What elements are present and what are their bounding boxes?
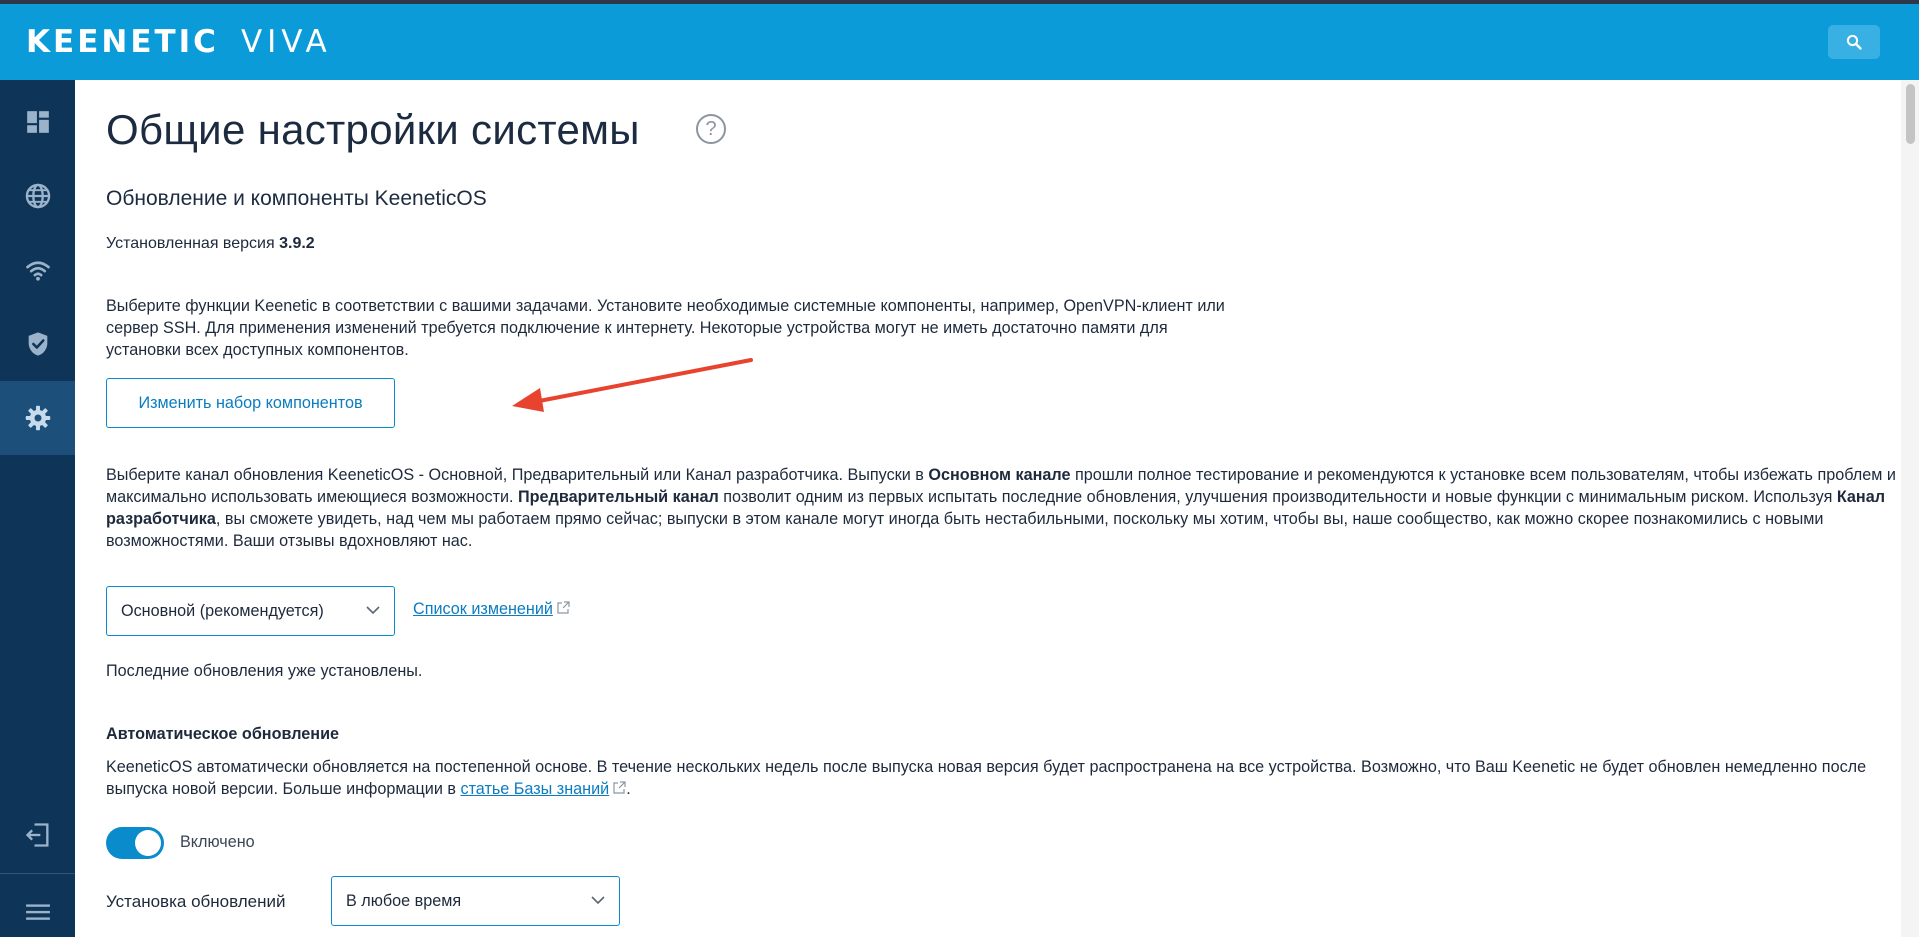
components-line: сервер SSH. Для применения изменений тре… [106,319,1168,337]
gear-icon [25,405,50,431]
brand-model: VIVA [240,24,332,60]
toggle-knob [135,830,161,856]
brand-logo: KEENETIC VIVA [26,24,332,60]
sidebar-item-dashboard[interactable] [0,85,75,159]
wifi-icon [25,261,50,281]
channel-text: Выберите канал обновления KeeneticOS - О… [106,466,929,484]
sidebar-item-wifi[interactable] [0,233,75,307]
section-title: Обновление и компоненты KeeneticOS [106,187,487,210]
auto-update-text-end: . [626,780,631,798]
changelog-link-row: Список изменений [413,600,570,619]
annotation-arrow [512,358,753,412]
search-icon [1846,34,1862,50]
install-updates-value: В любое время [346,891,462,910]
auto-update-description: KeeneticOS автоматически обновляется на … [106,756,1896,800]
logout-icon [25,823,48,847]
sidebar-divider [0,873,75,874]
chevron-down-icon [591,896,605,905]
external-link-icon [613,781,626,794]
auto-update-text: KeeneticOS автоматически обновляется на … [106,758,1867,798]
update-channel-value: Основной (рекомендуется) [121,601,324,620]
sidebar-menu-toggle[interactable] [0,875,75,949]
auto-update-title: Автоматическое обновление [106,725,340,743]
auto-update-toggle[interactable] [106,827,164,859]
install-updates-select[interactable]: В любое время [331,876,620,926]
version-label: Установленная версия [106,235,275,252]
globe-icon [25,183,50,209]
components-description: Выберите функции Keenetic в соответствии… [106,295,1406,361]
sidebar-item-system-settings[interactable] [0,381,75,455]
installed-version: Установленная версия 3.9.2 [106,235,315,253]
page-title: Общие настройки системы [106,106,640,153]
auto-update-toggle-label: Включено [180,833,255,851]
dashboard-icon [26,111,49,133]
knowledge-base-link[interactable]: статье Базы знаний [460,780,609,798]
sidebar [0,80,75,937]
scrollbar[interactable] [1901,80,1919,937]
sidebar-item-internet[interactable] [0,159,75,233]
components-line: Выберите функции Keenetic в соответствии… [106,297,1225,315]
channel-text: , вы сможете увидеть, над чем мы работае… [106,510,1824,550]
sidebar-item-security[interactable] [0,307,75,381]
chevron-down-icon [366,606,380,615]
menu-icon [25,904,50,920]
update-status: Последние обновления уже установлены. [106,662,423,680]
app-header: KEENETIC VIVA [0,4,1919,80]
external-link-icon [557,601,570,614]
change-components-button[interactable]: Изменить набор компонентов [106,378,395,428]
scrollbar-thumb[interactable] [1906,84,1915,144]
version-value: 3.9.2 [279,235,315,252]
search-button[interactable] [1828,25,1880,59]
channel-description: Выберите канал обновления KeeneticOS - О… [106,464,1896,552]
brand-name: KEENETIC [26,24,219,60]
update-channel-select[interactable]: Основной (рекомендуется) [106,586,395,636]
sidebar-item-logout[interactable] [0,798,75,872]
shield-check-icon [28,332,47,356]
channel-main-label: Основном канале [928,466,1071,484]
channel-text: позволит одним из первых испытать послед… [718,488,1837,506]
channel-preview-label: Предварительный канал [518,488,719,506]
help-icon[interactable]: ? [696,114,726,144]
changelog-link[interactable]: Список изменений [413,600,553,618]
install-updates-label: Установка обновлений [106,892,286,911]
